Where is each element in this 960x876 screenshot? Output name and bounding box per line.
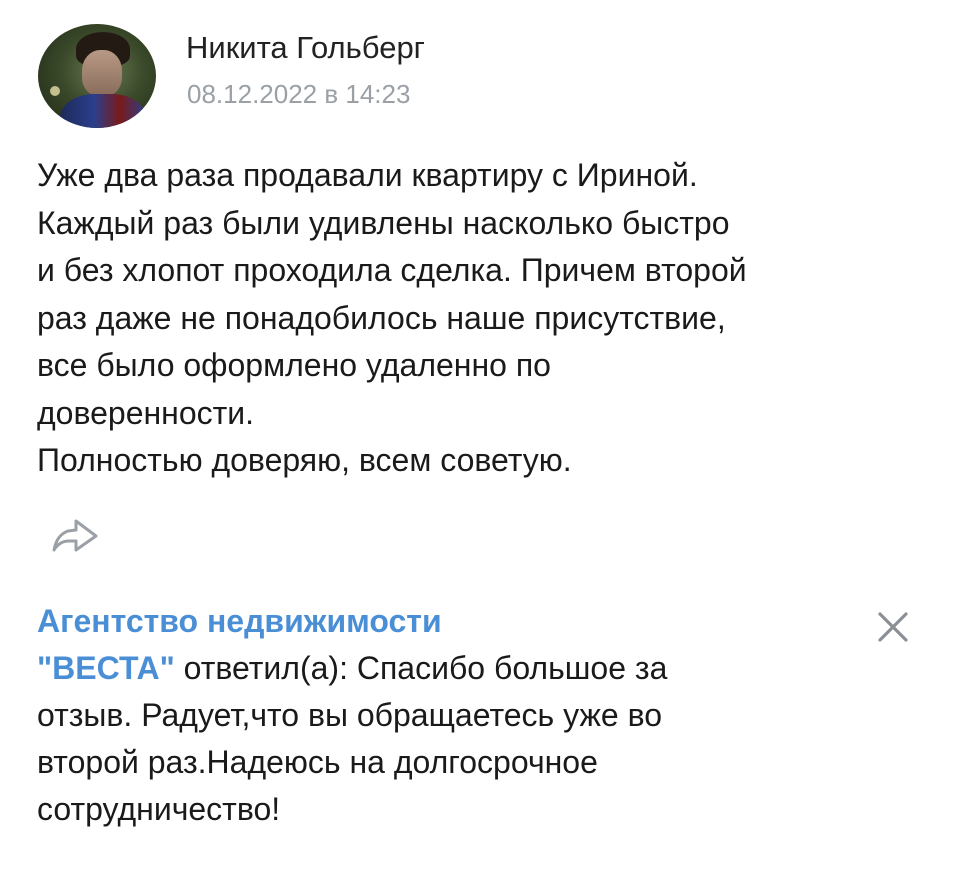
avatar[interactable] <box>38 24 156 128</box>
post-text-line: Полностью доверяю, всем советую. <box>37 442 572 478</box>
post-text: Уже два раза продавали квартиру с Ириной… <box>37 152 937 485</box>
review-post: Никита Гольберг 08.12.2022 в 14:23 Уже д… <box>0 0 960 876</box>
post-text-line: доверенности. <box>37 394 255 431</box>
post-text-line: раз даже не понадобилось наше присутстви… <box>37 299 726 336</box>
close-icon[interactable] <box>872 606 914 648</box>
reply-agency-name[interactable]: Агентство недвижимости <box>37 598 857 645</box>
owner-reply: Агентство недвижимости "ВЕСТА" ответил(а… <box>37 598 857 833</box>
avatar-face <box>82 50 122 96</box>
reply-verb: ответил(а): Спасибо большое за <box>174 650 668 686</box>
post-date: 08.12.2022 в 14:23 <box>187 79 411 109</box>
author-name[interactable]: Никита Гольберг <box>186 30 425 66</box>
reply-text-line: второй раз.Надеюсь на долгосрочное <box>37 744 598 780</box>
post-text-line: и без хлопот проходила сделка. Причем вт… <box>37 252 747 288</box>
reply-first-line: "ВЕСТА" ответил(а): Спасибо большое за <box>37 645 857 692</box>
share-arrow-icon[interactable] <box>48 512 104 558</box>
post-text-line: Каждый раз были удивлены насколько быстр… <box>37 204 730 241</box>
reply-text-line: отзыв. Радует,что вы обращаетесь уже во <box>37 697 662 733</box>
avatar-shirt <box>60 94 146 128</box>
reply-text-line: сотрудничество! <box>37 791 281 827</box>
reply-agency-name-cont[interactable]: "ВЕСТА" <box>37 650 175 686</box>
post-text-line: все было оформлено удаленно по <box>37 347 551 383</box>
avatar-light <box>50 86 60 96</box>
post-text-line: Уже два раза продавали квартиру с Ириной… <box>37 157 698 193</box>
